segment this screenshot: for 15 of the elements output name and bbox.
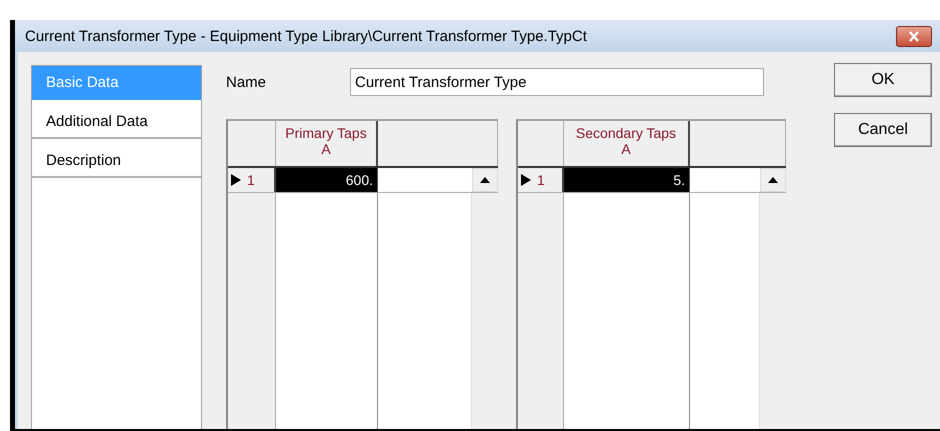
- close-button[interactable]: [896, 26, 932, 46]
- dialog-button[interactable]: Cancel: [834, 113, 932, 147]
- scroll-up-button[interactable]: [472, 168, 498, 192]
- scroll-up-button[interactable]: [760, 168, 786, 192]
- dialog-button[interactable]: OK: [834, 63, 932, 97]
- up-arrow-icon: [768, 177, 778, 183]
- table-cell[interactable]: 600.: [276, 168, 378, 192]
- row-header[interactable]: 1: [518, 168, 564, 192]
- close-icon: [908, 30, 920, 42]
- table-cell[interactable]: 5.: [564, 168, 690, 192]
- name-label: Name: [226, 74, 268, 90]
- up-arrow-icon: [480, 177, 490, 183]
- window-title: Current Transformer Type - Equipment Type Library\Current Transformer Type.TypCt: [25, 28, 587, 44]
- name-field[interactable]: Current Transformer Type: [350, 68, 764, 96]
- row-header[interactable]: 1: [228, 168, 276, 192]
